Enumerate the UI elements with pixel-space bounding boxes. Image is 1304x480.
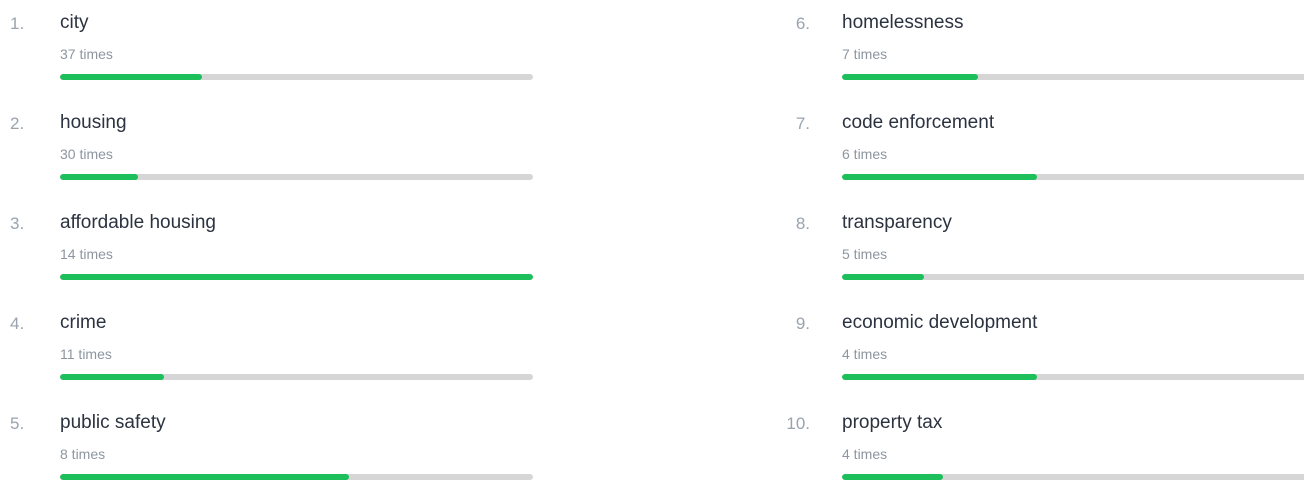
- item-count: 14 times: [60, 246, 113, 262]
- item-count: 11 times: [60, 346, 112, 362]
- list-item: 8. transparency 5 times: [760, 200, 1304, 300]
- progress-fill: [60, 174, 139, 180]
- item-count: 8 times: [60, 446, 106, 462]
- item-rank: 1.: [10, 14, 25, 33]
- progress-fill: [842, 74, 979, 80]
- progress-track: [60, 74, 533, 80]
- item-count: 30 times: [60, 146, 113, 162]
- progress-fill: [842, 374, 1038, 380]
- keyword-frequency-list: 1. city 37 times 2. housing 30 times 3. …: [0, 0, 1304, 480]
- list-item: 9. economic development 4 times: [760, 300, 1304, 400]
- progress-track: [842, 274, 1304, 280]
- item-count: 6 times: [842, 146, 888, 162]
- list-item: 7. code enforcement 6 times: [760, 100, 1304, 200]
- item-rank: 10.: [786, 414, 810, 433]
- progress-fill: [842, 474, 944, 480]
- item-count: 5 times: [842, 246, 888, 262]
- progress-track: [842, 74, 1304, 80]
- item-rank: 4.: [10, 314, 25, 333]
- item-term: transparency: [842, 212, 952, 233]
- item-term: code enforcement: [842, 112, 995, 133]
- list-item: 3. affordable housing 14 times: [0, 200, 560, 300]
- item-count: 37 times: [60, 46, 113, 62]
- item-term: affordable housing: [60, 212, 216, 233]
- item-term: housing: [60, 112, 127, 133]
- item-term: public safety: [60, 412, 166, 433]
- item-rank: 6.: [795, 14, 810, 33]
- item-count: 4 times: [842, 346, 888, 362]
- item-rank: 8.: [795, 214, 810, 233]
- list-item: 10. property tax 4 times: [760, 400, 1304, 480]
- item-count: 4 times: [842, 446, 888, 462]
- item-term: economic development: [842, 312, 1038, 333]
- list-item: 6. homelessness 7 times: [760, 0, 1304, 100]
- progress-fill: [60, 74, 202, 80]
- progress-track: [60, 374, 533, 380]
- item-rank: 7.: [795, 114, 810, 133]
- item-rank: 3.: [10, 214, 25, 233]
- progress-fill: [60, 374, 165, 380]
- list-item: 5. public safety 8 times: [0, 400, 560, 480]
- list-item: 1. city 37 times: [0, 0, 560, 100]
- item-rank: 2.: [10, 114, 25, 133]
- item-term: city: [60, 12, 89, 33]
- item-rank: 5.: [10, 414, 25, 433]
- item-count: 7 times: [842, 46, 888, 62]
- progress-track: [60, 174, 533, 180]
- progress-track: [842, 374, 1304, 380]
- list-item: 2. housing 30 times: [0, 100, 560, 200]
- item-term: homelessness: [842, 12, 964, 33]
- progress-fill: [60, 274, 533, 280]
- list-item: 4. crime 11 times: [0, 300, 560, 400]
- progress-track: [842, 474, 1304, 480]
- item-term: property tax: [842, 412, 943, 433]
- progress-fill: [60, 474, 349, 480]
- progress-track: [60, 274, 533, 280]
- progress-track: [60, 474, 533, 480]
- progress-fill: [842, 174, 1038, 180]
- item-rank: 9.: [795, 314, 810, 333]
- item-term: crime: [60, 312, 107, 333]
- progress-fill: [842, 274, 925, 280]
- progress-track: [842, 174, 1304, 180]
